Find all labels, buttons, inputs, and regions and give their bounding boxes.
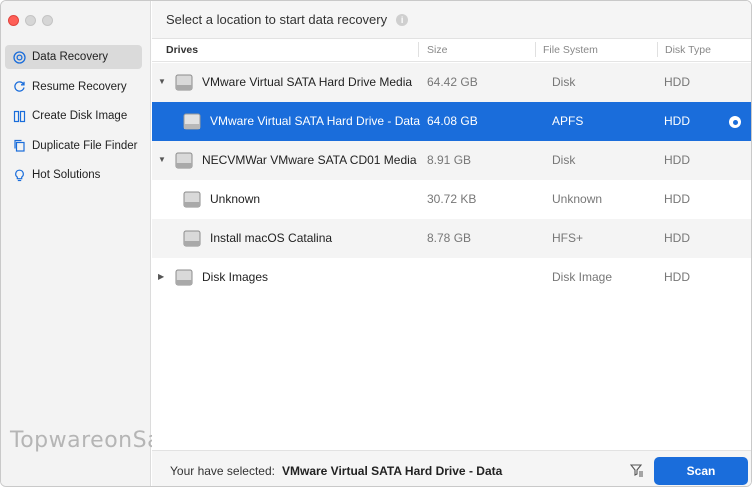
scan-button[interactable]: Scan [654, 457, 748, 485]
drive-size: 30.72 KB [427, 192, 477, 206]
drive-disk-type: HDD [664, 153, 690, 167]
table-row-selected[interactable]: VMware Virtual SATA Hard Drive - Data 64… [152, 102, 751, 141]
window-controls [8, 15, 53, 26]
hard-drive-icon [175, 152, 193, 169]
sidebar-item-data-recovery[interactable]: Data Recovery [5, 45, 142, 69]
zoom-window-button[interactable] [42, 15, 53, 26]
drive-name: VMware Virtual SATA Hard Drive Media [202, 75, 413, 89]
page-header: Select a location to start data recovery… [152, 1, 751, 39]
drive-list: ▼ VMware Virtual SATA Hard Drive Media 6… [152, 63, 751, 297]
table-row[interactable]: ▶ Disk Images Disk Image HDD [152, 258, 751, 297]
drive-name: Unknown [210, 192, 261, 206]
sidebar-item-hot-solutions[interactable]: Hot Solutions [5, 163, 142, 187]
minimize-window-button[interactable] [25, 15, 36, 26]
drive-file-system: Unknown [552, 192, 603, 206]
drive-file-system: HFS+ [552, 231, 584, 245]
sidebar: Data Recovery Resume Recovery Create Dis… [1, 1, 181, 486]
drive-name: Install macOS Catalina [210, 231, 333, 245]
selection-radio[interactable] [729, 116, 741, 128]
column-divider [418, 42, 419, 57]
sidebar-item-label: Hot Solutions [32, 169, 101, 181]
main-panel: Select a location to start data recovery… [152, 1, 751, 486]
drive-name: NECVMWar VMware SATA CD01 Media [202, 153, 417, 167]
drive-size: 64.42 GB [427, 75, 478, 89]
drive-disk-type: HDD [664, 231, 690, 245]
sidebar-item-label: Resume Recovery [32, 80, 127, 93]
hard-drive-icon [183, 191, 201, 208]
drive-size: 8.78 GB [427, 231, 472, 245]
collapse-triangle-icon[interactable]: ▼ [158, 77, 166, 86]
drive-file-system: Disk [552, 75, 576, 89]
lightbulb-icon [12, 168, 26, 182]
selected-drive-name: VMware Virtual SATA Hard Drive - Data [282, 464, 503, 478]
hard-drive-icon [183, 113, 201, 130]
column-divider [657, 42, 658, 57]
drive-disk-type: HDD [664, 75, 690, 89]
table-row[interactable]: Install macOS Catalina 8.78 GB HFS+ HDD [152, 219, 751, 258]
column-header-file-system[interactable]: File System [543, 44, 598, 56]
drive-disk-type: HDD [664, 270, 690, 284]
drive-file-system: APFS [552, 114, 584, 128]
table-row[interactable]: ▼ VMware Virtual SATA Hard Drive Media 6… [152, 63, 751, 102]
refresh-icon [12, 80, 26, 94]
app-window: Data Recovery Resume Recovery Create Dis… [0, 0, 752, 487]
page-title: Select a location to start data recovery [166, 12, 388, 27]
hard-drive-icon [183, 230, 201, 247]
hard-drive-icon [175, 74, 193, 91]
info-icon[interactable]: i [396, 13, 409, 26]
drive-disk-type: HDD [664, 114, 690, 128]
column-header-disk-type[interactable]: Disk Type [665, 44, 711, 56]
column-header-drives[interactable]: Drives [166, 44, 198, 56]
sidebar-item-label: Duplicate File Finder [32, 139, 138, 152]
sidebar-item-resume-recovery[interactable]: Resume Recovery [5, 75, 142, 99]
sidebar-item-label: Create Disk Image [32, 110, 128, 122]
collapse-triangle-icon[interactable]: ▼ [158, 155, 166, 164]
sidebar-nav: Data Recovery Resume Recovery Create Dis… [5, 45, 142, 193]
drive-size: 64.08 GB [427, 114, 478, 128]
drive-file-system: Disk Image [552, 270, 613, 284]
hard-drive-icon [175, 269, 193, 286]
table-header: Drives Size File System Disk Type [152, 39, 751, 62]
duplicate-icon [12, 139, 26, 153]
column-header-size[interactable]: Size [427, 44, 447, 56]
expand-triangle-icon[interactable]: ▶ [158, 272, 164, 281]
table-row[interactable]: ▼ NECVMWar VMware SATA CD01 Media 8.91 G… [152, 141, 751, 180]
drive-name: VMware Virtual SATA Hard Drive - Data [210, 114, 421, 128]
drive-name: Disk Images [202, 270, 269, 284]
close-window-button[interactable] [8, 15, 19, 26]
column-divider [535, 42, 536, 57]
filter-icon[interactable] [630, 463, 644, 477]
sidebar-item-label: Data Recovery [32, 51, 109, 63]
drive-size: 8.91 GB [427, 153, 472, 167]
target-icon [12, 50, 26, 64]
selected-label: Your have selected: [170, 464, 275, 478]
table-row[interactable]: Unknown 30.72 KB Unknown HDD [152, 180, 751, 219]
drive-disk-type: HDD [664, 192, 690, 206]
footer-bar: Your have selected: VMware Virtual SATA … [152, 450, 751, 486]
drive-file-system: Disk [552, 153, 576, 167]
sidebar-item-create-disk-image[interactable]: Create Disk Image [5, 104, 142, 128]
disk-image-icon [12, 109, 26, 123]
sidebar-item-duplicate-file-finder[interactable]: Duplicate File Finder [5, 134, 142, 158]
